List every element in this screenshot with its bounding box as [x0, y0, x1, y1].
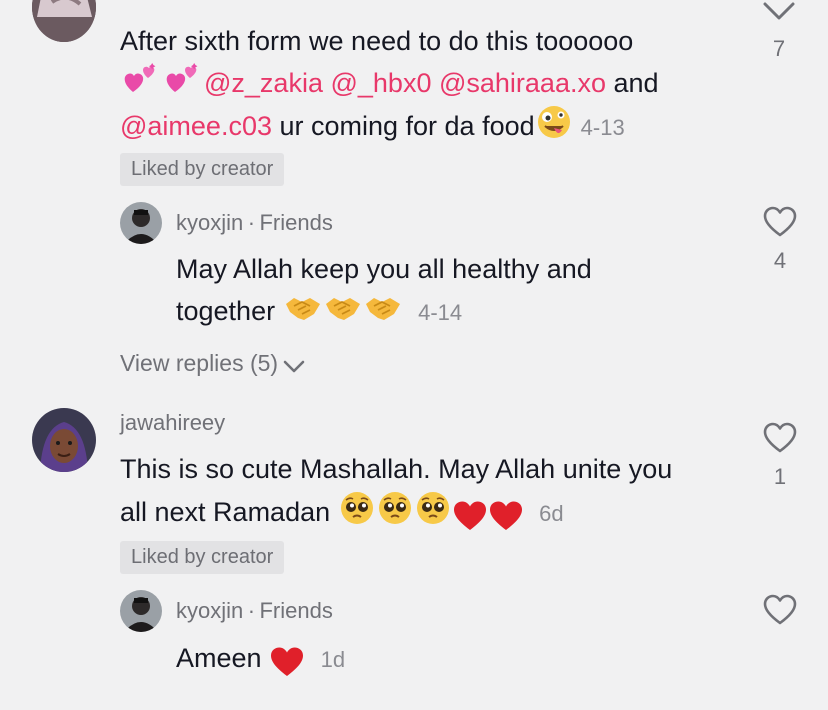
mention-link[interactable]: @aimee.c03	[120, 111, 272, 141]
two-hearts-emoji	[121, 62, 161, 108]
mention-link[interactable]: @_hbx0	[330, 68, 431, 98]
handshake-emoji	[364, 292, 402, 334]
comment-text: together 4-14	[176, 290, 462, 334]
comment-date: 4-13	[580, 115, 625, 141]
comment-line: together	[176, 296, 276, 326]
handshake-emoji	[324, 292, 362, 334]
zany-face-emoji	[536, 104, 572, 152]
comment-line: all next Ramadan	[120, 497, 331, 528]
pleading-face-emoji	[377, 490, 413, 538]
like-count: 7	[772, 36, 786, 61]
mention-link[interactable]: @sahiraaa.xo	[439, 68, 606, 98]
separator-dot: ·	[247, 210, 256, 235]
heart-outline-icon	[763, 422, 797, 453]
avatar[interactable]	[32, 408, 96, 472]
comment-text: May Allah keep you all healthy and	[176, 248, 592, 290]
heart-outline-icon	[763, 2, 795, 20]
comment-header: kyoxjin · Friends	[176, 210, 333, 236]
red-heart-emoji	[489, 493, 523, 535]
comment-line: After sixth form we need to do this tooo…	[120, 26, 634, 56]
username[interactable]: kyoxjin	[176, 210, 243, 235]
like-count: 1	[773, 464, 787, 489]
comment-text: After sixth form we need to do this tooo…	[120, 20, 633, 62]
comment-date: 4-14	[418, 300, 463, 325]
like-button[interactable]	[763, 594, 797, 626]
heart-outline-icon	[763, 594, 797, 625]
comment-text: @aimee.c03 ur coming for da food 4-13	[120, 104, 625, 152]
handshake-emoji	[284, 292, 322, 334]
avatar[interactable]	[120, 590, 162, 632]
comment-text: This is so cute Mashallah. May Allah uni…	[120, 448, 672, 490]
username[interactable]: jawahireey	[120, 410, 225, 436]
comment-line: ur coming for da food	[271, 111, 535, 142]
view-replies-button[interactable]: View replies (5)	[120, 350, 305, 377]
pleading-face-emoji	[415, 490, 451, 538]
like-button[interactable]	[762, 2, 796, 22]
like-count: 4	[773, 248, 787, 273]
comment-date: 6d	[539, 501, 564, 527]
username[interactable]: kyoxjin	[176, 598, 243, 623]
separator-dot: ·	[247, 598, 256, 623]
comment-text: @z_zakia @_hbx0 @sahiraaa.xo and	[120, 62, 659, 108]
friends-label: Friends	[259, 210, 333, 235]
view-replies-label: View replies (5)	[120, 350, 279, 376]
like-button[interactable]	[763, 206, 797, 238]
red-heart-emoji	[270, 639, 304, 681]
liked-by-creator-badge: Liked by creator	[120, 541, 285, 574]
liked-by-creator-badge: Liked by creator	[120, 153, 285, 186]
mention-link[interactable]: @z_zakia	[204, 68, 323, 98]
pleading-face-emoji	[339, 490, 375, 538]
friends-label: Friends	[259, 598, 333, 623]
comment-text: all next Ramadan 6d	[120, 490, 564, 538]
comment-date: 1d	[320, 647, 346, 672]
comment-line: This is so cute Mashallah. May Allah uni…	[120, 454, 673, 484]
comment-header: kyoxjin · Friends	[176, 598, 333, 624]
two-hearts-emoji	[163, 62, 203, 108]
comment-line: May Allah keep you all healthy and	[176, 254, 592, 284]
heart-outline-icon	[763, 206, 797, 237]
avatar[interactable]	[32, 0, 96, 42]
comment-text: Ameen 1d	[176, 637, 345, 681]
avatar[interactable]	[120, 202, 162, 244]
comment-line: Ameen	[176, 643, 262, 673]
chevron-down-icon	[283, 360, 304, 373]
like-button[interactable]	[763, 422, 797, 454]
red-heart-emoji	[453, 493, 487, 535]
comment-line: and	[605, 68, 659, 99]
